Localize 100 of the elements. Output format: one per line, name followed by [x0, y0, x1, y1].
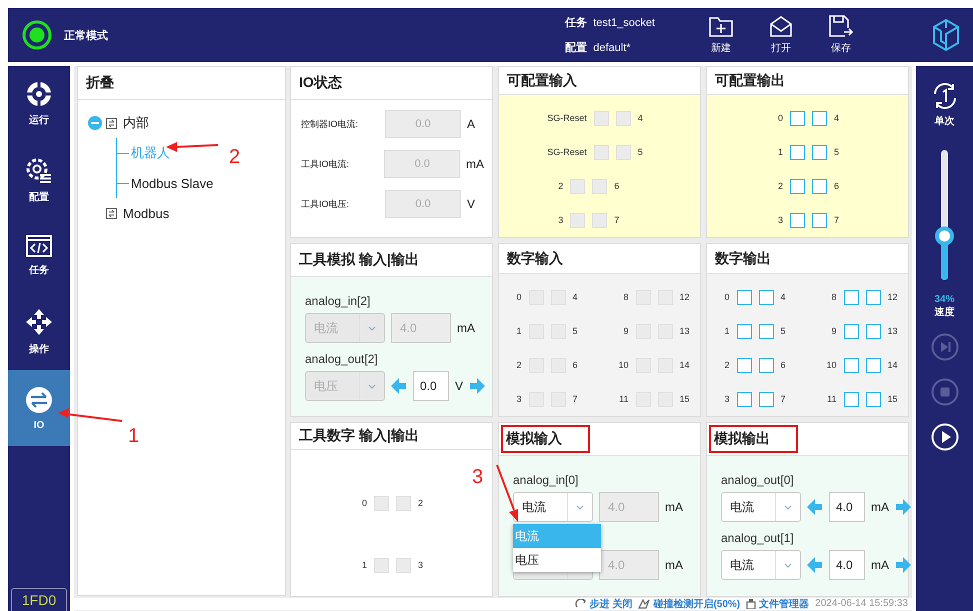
- run-mode-button[interactable]: 单次: [930, 82, 958, 128]
- io-checkbox[interactable]: [736, 324, 752, 338]
- io-checkbox[interactable]: [736, 358, 752, 372]
- io-checkbox[interactable]: [790, 144, 805, 160]
- io-label: 12: [888, 292, 899, 302]
- value-field[interactable]: 4.0: [829, 550, 865, 580]
- io-checkbox[interactable]: [844, 324, 858, 338]
- nav-item[interactable]: IO: [8, 370, 70, 446]
- io-label: 8: [830, 292, 836, 302]
- tree-item[interactable]: Modbus: [121, 206, 172, 220]
- io-checkbox[interactable]: [758, 392, 774, 406]
- panel-title: 模拟输入: [503, 427, 588, 451]
- io-label: 13: [680, 326, 691, 336]
- unit-label: V: [455, 379, 464, 393]
- io-label: 6: [780, 360, 787, 370]
- save-button[interactable]: 保存: [811, 15, 871, 55]
- new-button[interactable]: 新建: [691, 15, 751, 55]
- increase-button[interactable]: [895, 557, 911, 573]
- slider-thumb[interactable]: [935, 226, 954, 246]
- nav-item[interactable]: 任务: [8, 218, 70, 294]
- io-label: 7: [780, 394, 787, 404]
- io-checkbox[interactable]: [790, 178, 805, 194]
- unit-label: mA: [871, 558, 889, 572]
- io-checkbox[interactable]: [758, 290, 774, 304]
- io-checkbox[interactable]: [866, 324, 880, 338]
- nav-item[interactable]: 操作: [8, 294, 70, 370]
- panel-title: 折叠: [86, 74, 114, 92]
- dropdown-option[interactable]: 电压: [513, 548, 601, 572]
- io-label: 9: [830, 326, 836, 336]
- decrease-button[interactable]: [391, 378, 407, 394]
- channel-label: analog_out[0]: [721, 472, 795, 489]
- io-label: 1: [515, 326, 522, 336]
- channel-label: analog_in[2]: [305, 293, 372, 310]
- io-checkbox[interactable]: [866, 392, 880, 406]
- io-checkbox[interactable]: [812, 110, 827, 126]
- mode-label: 正常模式: [64, 28, 108, 42]
- increase-button[interactable]: [895, 499, 911, 515]
- collapse-toggle[interactable]: [88, 116, 102, 130]
- io-label: 0: [723, 292, 730, 302]
- panel-title: 数字输入: [507, 250, 563, 268]
- status-label: 工具IO电压:: [301, 198, 350, 210]
- io-checkbox[interactable]: [844, 358, 858, 372]
- io-label: 5: [572, 326, 579, 336]
- panel-title: 工具数字 输入|输出: [299, 427, 419, 445]
- io-checkbox[interactable]: [736, 290, 752, 304]
- io-label: 3: [515, 394, 522, 404]
- io-checkbox[interactable]: [736, 392, 752, 406]
- io-checkbox[interactable]: [758, 358, 774, 372]
- unit-label: A: [467, 117, 476, 131]
- chevron-icon: [784, 504, 792, 510]
- decrease-button[interactable]: [807, 499, 823, 515]
- io-checkbox[interactable]: [790, 212, 805, 228]
- io-checkbox[interactable]: [812, 178, 827, 194]
- tree-item[interactable]: Modbus Slave: [129, 176, 216, 190]
- io-label: 1: [360, 560, 367, 570]
- nav-item[interactable]: 配置: [8, 142, 70, 218]
- io-label: 10: [617, 360, 628, 370]
- io-checkbox[interactable]: [844, 290, 858, 304]
- io-checkbox[interactable]: [812, 144, 827, 160]
- nav-item[interactable]: 运行: [8, 66, 70, 142]
- annotation-number: 3: [472, 466, 484, 489]
- info-value: test1_socket: [593, 17, 655, 29]
- readout-field: 0.0: [385, 110, 461, 138]
- io-label: 2: [723, 360, 730, 370]
- value-field[interactable]: 0.0: [413, 371, 449, 401]
- save-icon: [829, 15, 853, 37]
- annotation-number: 2: [229, 146, 240, 169]
- increase-button[interactable]: [469, 378, 486, 394]
- gear-list-icon: [25, 156, 53, 184]
- status-link[interactable]: 文件管理器: [746, 598, 810, 610]
- channel-label: analog_out[2]: [305, 351, 379, 368]
- channel-label: analog_out[1]: [721, 530, 795, 547]
- value-field[interactable]: 4.0: [829, 492, 865, 522]
- tree-item[interactable]: 内部: [121, 114, 151, 132]
- io-checkbox[interactable]: [844, 392, 858, 406]
- unit-label: mA: [466, 157, 484, 171]
- chevron-icon: [784, 562, 792, 568]
- io-label: 2: [418, 498, 424, 508]
- io-label: 6: [572, 360, 579, 370]
- io-label: 4: [780, 292, 787, 302]
- chevron-icon: [368, 384, 376, 388]
- envelope-icon: [769, 15, 793, 37]
- decrease-button[interactable]: [807, 557, 823, 573]
- io-checkbox[interactable]: [812, 212, 827, 228]
- open-button[interactable]: 打开: [751, 15, 811, 55]
- status-link[interactable]: 步进 关闭: [574, 598, 632, 610]
- io-checkbox[interactable]: [790, 110, 805, 126]
- io-checkbox[interactable]: [866, 290, 880, 304]
- status-link[interactable]: 碰撞检测开启(50%): [638, 598, 740, 610]
- io-label: 4: [834, 113, 840, 123]
- mode-select[interactable]: 电流: [513, 492, 593, 522]
- mode-select[interactable]: 电流: [721, 550, 801, 580]
- io-checkbox[interactable]: [758, 324, 774, 338]
- io-label: 2: [557, 181, 564, 191]
- mode-select[interactable]: 电流: [721, 492, 801, 522]
- speed-slider[interactable]: [935, 150, 954, 280]
- panel-title: IO状态: [299, 74, 342, 92]
- chevron-icon: [576, 504, 584, 510]
- io-checkbox[interactable]: [866, 358, 880, 372]
- io-label: 3: [776, 215, 783, 225]
